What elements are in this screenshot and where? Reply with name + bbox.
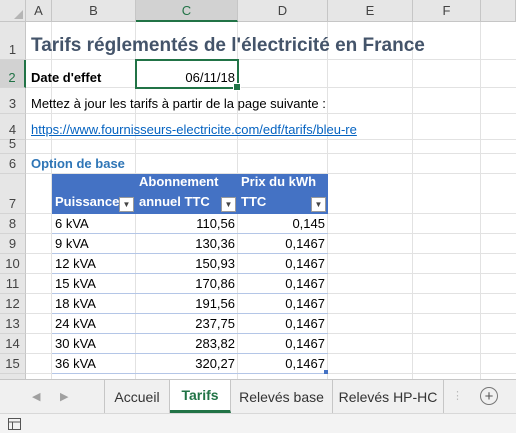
table-cell-prix[interactable]: 0,145 <box>238 214 328 234</box>
row-header-10[interactable]: 10 <box>0 254 26 274</box>
table-cell-abonnement[interactable]: 191,56 <box>136 294 238 314</box>
row-header-11[interactable]: 11 <box>0 274 26 294</box>
filter-dropdown-icon[interactable]: ▼ <box>221 197 236 212</box>
row-header-7[interactable]: 7 <box>0 174 26 214</box>
scroll-left-arrow-icon[interactable]: ◀ <box>32 390 40 403</box>
table-cell-abonnement[interactable]: 237,75 <box>136 314 238 334</box>
gridline <box>480 22 481 379</box>
header-label-line2: annuel TTC <box>139 194 210 209</box>
table-cell-abonnement[interactable]: 150,93 <box>136 254 238 274</box>
table-cell-prix[interactable]: 0,1467 <box>238 314 328 334</box>
row-header-15[interactable]: 15 <box>0 354 26 374</box>
gridline <box>412 22 413 379</box>
row-header-6[interactable]: 6 <box>0 154 26 174</box>
cell-b6-section-heading[interactable]: Option de base <box>28 154 128 173</box>
column-header-overflow <box>481 0 516 22</box>
status-bar <box>0 413 516 433</box>
tab-tarifs[interactable]: Tarifs <box>170 380 231 413</box>
column-header-a[interactable]: A <box>26 0 52 22</box>
column-header-f[interactable]: F <box>413 0 481 22</box>
cell-mode-icon[interactable] <box>8 418 21 430</box>
row-header-2[interactable]: 2 <box>0 60 26 88</box>
gridline <box>26 139 516 140</box>
header-label-line1: Prix du kWh <box>241 174 317 189</box>
table-cell-puissance[interactable]: 36 kVA <box>52 354 136 374</box>
column-header-d[interactable]: D <box>238 0 328 22</box>
table-cell-abonnement[interactable]: 130,36 <box>136 234 238 254</box>
table-cell-puissance[interactable]: 24 kVA <box>52 314 136 334</box>
column-header-b[interactable]: B <box>52 0 136 22</box>
add-sheet-icon[interactable]: + <box>480 387 498 405</box>
table-cell-prix[interactable]: 0,1467 <box>238 234 328 254</box>
column-header-c[interactable]: C <box>136 0 238 22</box>
row-header-8[interactable]: 8 <box>0 214 26 234</box>
sheet-tab-bar: ◀ ▶ Accueil Tarifs Relevés base Relevés … <box>0 379 516 413</box>
filter-dropdown-icon[interactable]: ▼ <box>311 197 326 212</box>
row-header-13[interactable]: 13 <box>0 314 26 334</box>
cell-b3-instruction[interactable]: Mettez à jour les tarifs à partir de la … <box>28 88 329 113</box>
filter-dropdown-icon[interactable]: ▼ <box>119 197 134 212</box>
row-header-1[interactable]: 1 <box>0 22 26 60</box>
row-header-5[interactable]: 5 <box>0 136 26 154</box>
more-sheets-icon[interactable]: ⋮ <box>452 389 463 402</box>
tab-accueil[interactable]: Accueil <box>104 380 170 413</box>
table-cell-puissance[interactable]: 30 kVA <box>52 334 136 354</box>
cell-b4-hyperlink[interactable]: https://www.fournisseurs-electricite.com… <box>28 114 360 139</box>
header-label-line1: Abonnement <box>139 174 219 189</box>
row-header-9[interactable]: 9 <box>0 234 26 254</box>
cell-b1-title[interactable]: Tarifs réglementés de l'électricité en F… <box>28 22 428 59</box>
table-cell-abonnement[interactable]: 110,56 <box>136 214 238 234</box>
header-label-line2: TTC <box>241 194 267 209</box>
table-cell-prix[interactable]: 0,1467 <box>238 254 328 274</box>
tab-releves-hp-hc[interactable]: Relevés HP-HC <box>333 380 444 413</box>
column-header-e[interactable]: E <box>328 0 413 22</box>
table-cell-puissance[interactable]: 6 kVA <box>52 214 136 234</box>
table-cell-puissance[interactable]: 12 kVA <box>52 254 136 274</box>
table-cell-puissance[interactable]: 9 kVA <box>52 234 136 254</box>
table-cell-prix[interactable]: 0,1467 <box>238 294 328 314</box>
table-cell-abonnement[interactable]: 283,82 <box>136 334 238 354</box>
select-all-corner[interactable] <box>0 0 26 22</box>
row-header-3[interactable]: 3 <box>0 88 26 114</box>
header-label: Puissance <box>55 194 120 209</box>
table-cell-prix[interactable]: 0,1467 <box>238 274 328 294</box>
row-header-12[interactable]: 12 <box>0 294 26 314</box>
table-cell-puissance[interactable]: 18 kVA <box>52 294 136 314</box>
table-cell-prix[interactable]: 0,1467 <box>238 334 328 354</box>
table-cell-abonnement[interactable]: 170,86 <box>136 274 238 294</box>
scroll-right-arrow-icon[interactable]: ▶ <box>60 390 68 403</box>
table-resize-handle[interactable] <box>324 370 328 374</box>
spreadsheet-grid[interactable]: A B C D E F 1 2 3 4 5 6 7 8 9 10 11 12 1… <box>0 0 516 379</box>
table-cell-abonnement[interactable]: 320,27 <box>136 354 238 374</box>
table-cell-puissance[interactable]: 15 kVA <box>52 274 136 294</box>
cell-b2-date-label[interactable]: Date d'effet <box>28 60 104 87</box>
active-cell-selection <box>135 59 241 91</box>
tab-releves-base[interactable]: Relevés base <box>231 380 333 413</box>
table-cell-prix[interactable]: 0,1467 <box>238 354 328 374</box>
row-header-14[interactable]: 14 <box>0 334 26 354</box>
